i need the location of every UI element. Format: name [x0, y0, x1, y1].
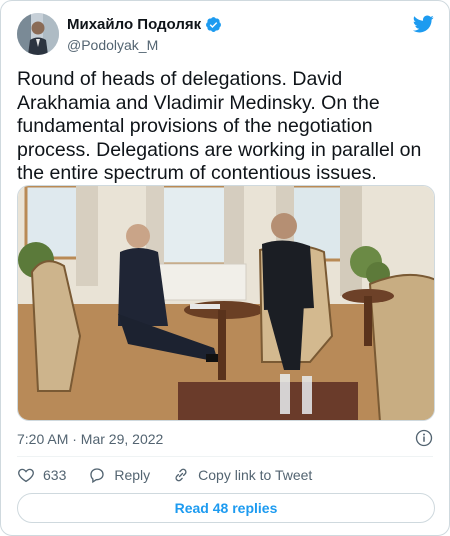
reply-bubble-icon [90, 468, 105, 484]
read-replies-button[interactable]: Read 48 replies [17, 493, 435, 523]
tweet-text: Round of heads of delegations. David Ara… [17, 68, 422, 184]
reply-button[interactable]: Reply [88, 466, 150, 484]
tweet-timestamp[interactable]: 7:20 AM · Mar 29, 2022 [17, 431, 163, 447]
tweet-card: Михайло Подоляк @Podolyak_M Round of hea… [0, 0, 450, 536]
copy-link-button[interactable]: Copy link to Tweet [172, 466, 312, 484]
like-count: 633 [43, 467, 67, 483]
heart-icon [18, 468, 34, 483]
tweet-photo[interactable] [17, 185, 435, 421]
tweet-actions: 633 Reply Copy link to Tweet [17, 463, 334, 487]
tweet-header: Михайло Подоляк @Podolyak_M [17, 13, 435, 59]
copy-link-label: Copy link to Tweet [198, 467, 313, 483]
name-row: Михайло Подоляк [67, 16, 222, 33]
like-button[interactable]: 633 [17, 466, 66, 484]
meeting-photo [18, 186, 434, 420]
twitter-bird-icon[interactable] [411, 13, 435, 35]
display-name[interactable]: Михайло Подоляк [67, 16, 201, 33]
link-icon [175, 468, 187, 482]
info-icon[interactable] [415, 429, 433, 447]
verified-badge-icon [206, 17, 222, 32]
avatar-image [17, 13, 59, 55]
avatar[interactable] [17, 13, 59, 55]
user-handle[interactable]: @Podolyak_M [67, 37, 158, 53]
divider [17, 456, 433, 457]
reply-label: Reply [114, 467, 151, 483]
